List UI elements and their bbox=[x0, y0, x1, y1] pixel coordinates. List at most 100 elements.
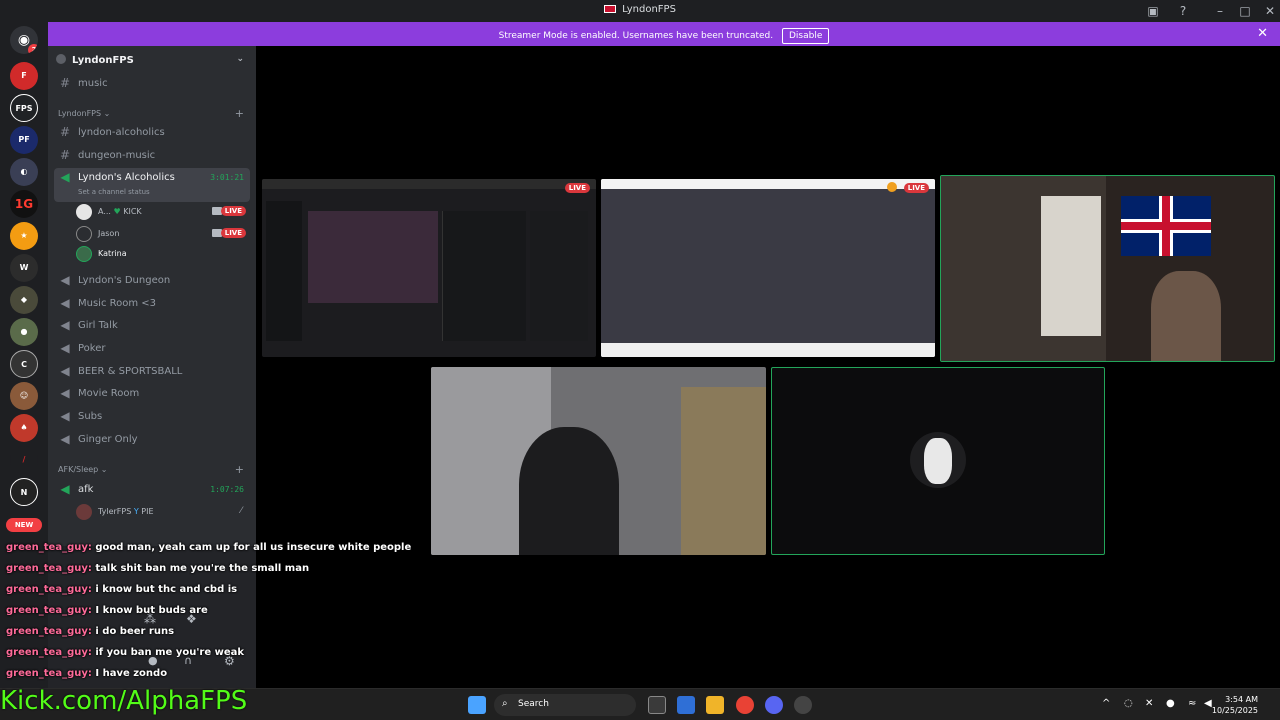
channel-label: music bbox=[78, 78, 108, 89]
taskbar-search[interactable]: ⌕ Search bbox=[494, 694, 636, 716]
chat-username: green_tea_guy: bbox=[6, 605, 92, 616]
close-banner-icon[interactable]: ✕ bbox=[1257, 26, 1268, 41]
store-icon[interactable] bbox=[677, 696, 695, 714]
category-lyndonfps[interactable]: LyndonFPS ⌄ + bbox=[58, 107, 248, 123]
search-icon: ⌕ bbox=[502, 698, 508, 709]
user-name: Katrina bbox=[98, 249, 127, 258]
voice-timer: 3:01:21 bbox=[210, 173, 244, 182]
obs-icon[interactable] bbox=[794, 696, 812, 714]
server-icon[interactable]: N bbox=[10, 478, 38, 506]
discord-icon[interactable] bbox=[765, 696, 783, 714]
chat-message: green_tea_guy: if you ban me you're weak bbox=[6, 647, 244, 658]
voice-channel-afk[interactable]: ◀ afk 1:07:26 bbox=[54, 480, 250, 500]
chat-text: i do beer runs bbox=[95, 626, 175, 637]
kick-watermark: Kick.com/AlphaFPS bbox=[0, 686, 248, 716]
tray-app-icon[interactable]: ◌ bbox=[1124, 698, 1133, 709]
add-channel-icon[interactable]: + bbox=[235, 463, 244, 476]
windows-start-icon[interactable] bbox=[468, 696, 486, 714]
maximize-icon[interactable]: □ bbox=[1237, 3, 1253, 19]
voice-user[interactable]: Jason LIVE bbox=[76, 224, 248, 244]
voice-user[interactable]: Katrina bbox=[76, 244, 248, 264]
discord-home-icon[interactable]: ◉ 2 bbox=[10, 26, 38, 54]
file-explorer-icon[interactable] bbox=[706, 696, 724, 714]
server-icon[interactable]: PF bbox=[10, 126, 38, 154]
server-icon-lyndonfps[interactable]: FPS bbox=[10, 94, 38, 122]
app-toolbar-preview bbox=[601, 179, 935, 189]
help-icon[interactable]: ? bbox=[1175, 3, 1191, 19]
channel-label: Ginger Only bbox=[78, 434, 138, 445]
live-badge: LIVE bbox=[220, 228, 246, 238]
voice-channel[interactable]: ◀ Subs bbox=[54, 407, 250, 427]
channel-status-prompt[interactable]: Set a channel status bbox=[78, 188, 150, 196]
taskbar-clock[interactable]: 3:54 AM 10/25/2025 bbox=[1212, 694, 1258, 716]
server-icon[interactable]: / bbox=[10, 446, 38, 474]
channel-label: Girl Talk bbox=[78, 320, 118, 331]
channel-dungeon-music[interactable]: # dungeon-music bbox=[54, 146, 250, 166]
voice-channel[interactable]: ◀ BEER & SPORTSBALL bbox=[54, 362, 250, 382]
server-icon[interactable]: ♠ bbox=[10, 414, 38, 442]
webcam-tile-speaking[interactable] bbox=[771, 367, 1105, 555]
server-icon[interactable]: ☺ bbox=[10, 382, 38, 410]
clock-time: 3:54 AM bbox=[1225, 695, 1258, 704]
channel-lyndon-alcoholics[interactable]: # lyndon-alcoholics bbox=[54, 123, 250, 143]
live-badge: LIVE bbox=[220, 206, 246, 216]
chat-message: green_tea_guy: good man, yeah cam up for… bbox=[6, 542, 411, 553]
voice-user[interactable]: TylerFPS Y PIE ⁄ bbox=[76, 502, 248, 522]
chevron-down-icon: ⌄ bbox=[236, 54, 244, 64]
avatar bbox=[76, 204, 92, 220]
chrome-icon[interactable] bbox=[736, 696, 754, 714]
shelf-background bbox=[681, 387, 766, 555]
streamer-mode-message: Streamer Mode is enabled. Usernames have… bbox=[498, 31, 774, 41]
voice-channel[interactable]: ◀ Movie Room bbox=[54, 384, 250, 404]
webcam-tile[interactable] bbox=[431, 367, 766, 555]
inbox-icon[interactable]: ▣ bbox=[1145, 3, 1161, 19]
voice-channel[interactable]: ◀ Music Room <3 bbox=[54, 294, 250, 314]
tray-muted-icon[interactable]: ✕ bbox=[1145, 698, 1153, 709]
chat-message: green_tea_guy: i know but thc and cbd is bbox=[6, 584, 237, 595]
voice-channel-lyndons-alcoholics[interactable]: ◀ Lyndon's Alcoholics 3:01:21 Set a chan… bbox=[54, 168, 250, 202]
tray-expand-icon[interactable]: ^ bbox=[1102, 698, 1110, 709]
server-name-header[interactable]: LyndonFPS ⌄ bbox=[56, 54, 248, 72]
voice-channel[interactable]: ◀ Girl Talk bbox=[54, 316, 250, 336]
server-icon[interactable]: 1G bbox=[10, 190, 38, 218]
server-icon[interactable]: ◐ bbox=[10, 158, 38, 186]
voice-channel[interactable]: ◀ Lyndon's Dungeon bbox=[54, 271, 250, 291]
channel-label: dungeon-music bbox=[78, 150, 156, 161]
avatar bbox=[76, 246, 92, 262]
volume-icon[interactable]: ◀ bbox=[1204, 698, 1212, 709]
channel-music[interactable]: # music bbox=[54, 74, 250, 94]
server-icon[interactable]: C bbox=[10, 350, 38, 378]
category-afk[interactable]: AFK/Sleep ⌄ + bbox=[58, 463, 248, 479]
voice-user[interactable]: A... ♥ KICK LIVE bbox=[76, 202, 248, 222]
screen-share-tile-obs[interactable]: LIVE bbox=[601, 179, 935, 357]
voice-channel[interactable]: ◀ Ginger Only bbox=[54, 430, 250, 450]
disable-streamer-mode-button[interactable]: Disable bbox=[781, 28, 830, 44]
wifi-icon[interactable]: ≈ bbox=[1188, 698, 1196, 709]
close-window-icon[interactable]: ✕ bbox=[1262, 3, 1278, 19]
voice-channel[interactable]: ◀ Poker bbox=[54, 339, 250, 359]
chat-message: green_tea_guy: I know but buds are bbox=[6, 605, 208, 616]
live-badge: LIVE bbox=[903, 183, 929, 193]
server-name: LyndonFPS bbox=[72, 55, 134, 66]
server-icon[interactable]: ◆ bbox=[10, 286, 38, 314]
chat-text: good man, yeah cam up for all us insecur… bbox=[95, 542, 412, 553]
chat-username: green_tea_guy: bbox=[6, 647, 92, 658]
task-view-icon[interactable] bbox=[648, 696, 666, 714]
add-channel-icon[interactable]: + bbox=[235, 107, 244, 120]
user-name: A... bbox=[98, 207, 111, 216]
channel-label: Lyndon's Alcoholics bbox=[78, 172, 175, 183]
server-icon[interactable]: F bbox=[10, 62, 38, 90]
tray-mic-icon[interactable]: ● bbox=[1166, 698, 1175, 709]
new-unreads-pill[interactable]: NEW bbox=[6, 518, 42, 532]
user-name: TylerFPS bbox=[98, 507, 132, 516]
minimize-icon[interactable]: – bbox=[1212, 3, 1228, 19]
server-icon[interactable]: ● bbox=[10, 318, 38, 346]
hash-icon: # bbox=[59, 76, 71, 90]
chat-username: green_tea_guy: bbox=[6, 584, 92, 595]
server-icon[interactable]: ★ bbox=[10, 222, 38, 250]
server-icon[interactable]: W bbox=[10, 254, 38, 282]
kick-panel-preview bbox=[530, 211, 588, 341]
channel-label: Music Room <3 bbox=[78, 298, 157, 309]
screen-share-tile-kick[interactable]: LIVE bbox=[262, 179, 596, 357]
webcam-tile-speaking[interactable] bbox=[940, 175, 1275, 362]
